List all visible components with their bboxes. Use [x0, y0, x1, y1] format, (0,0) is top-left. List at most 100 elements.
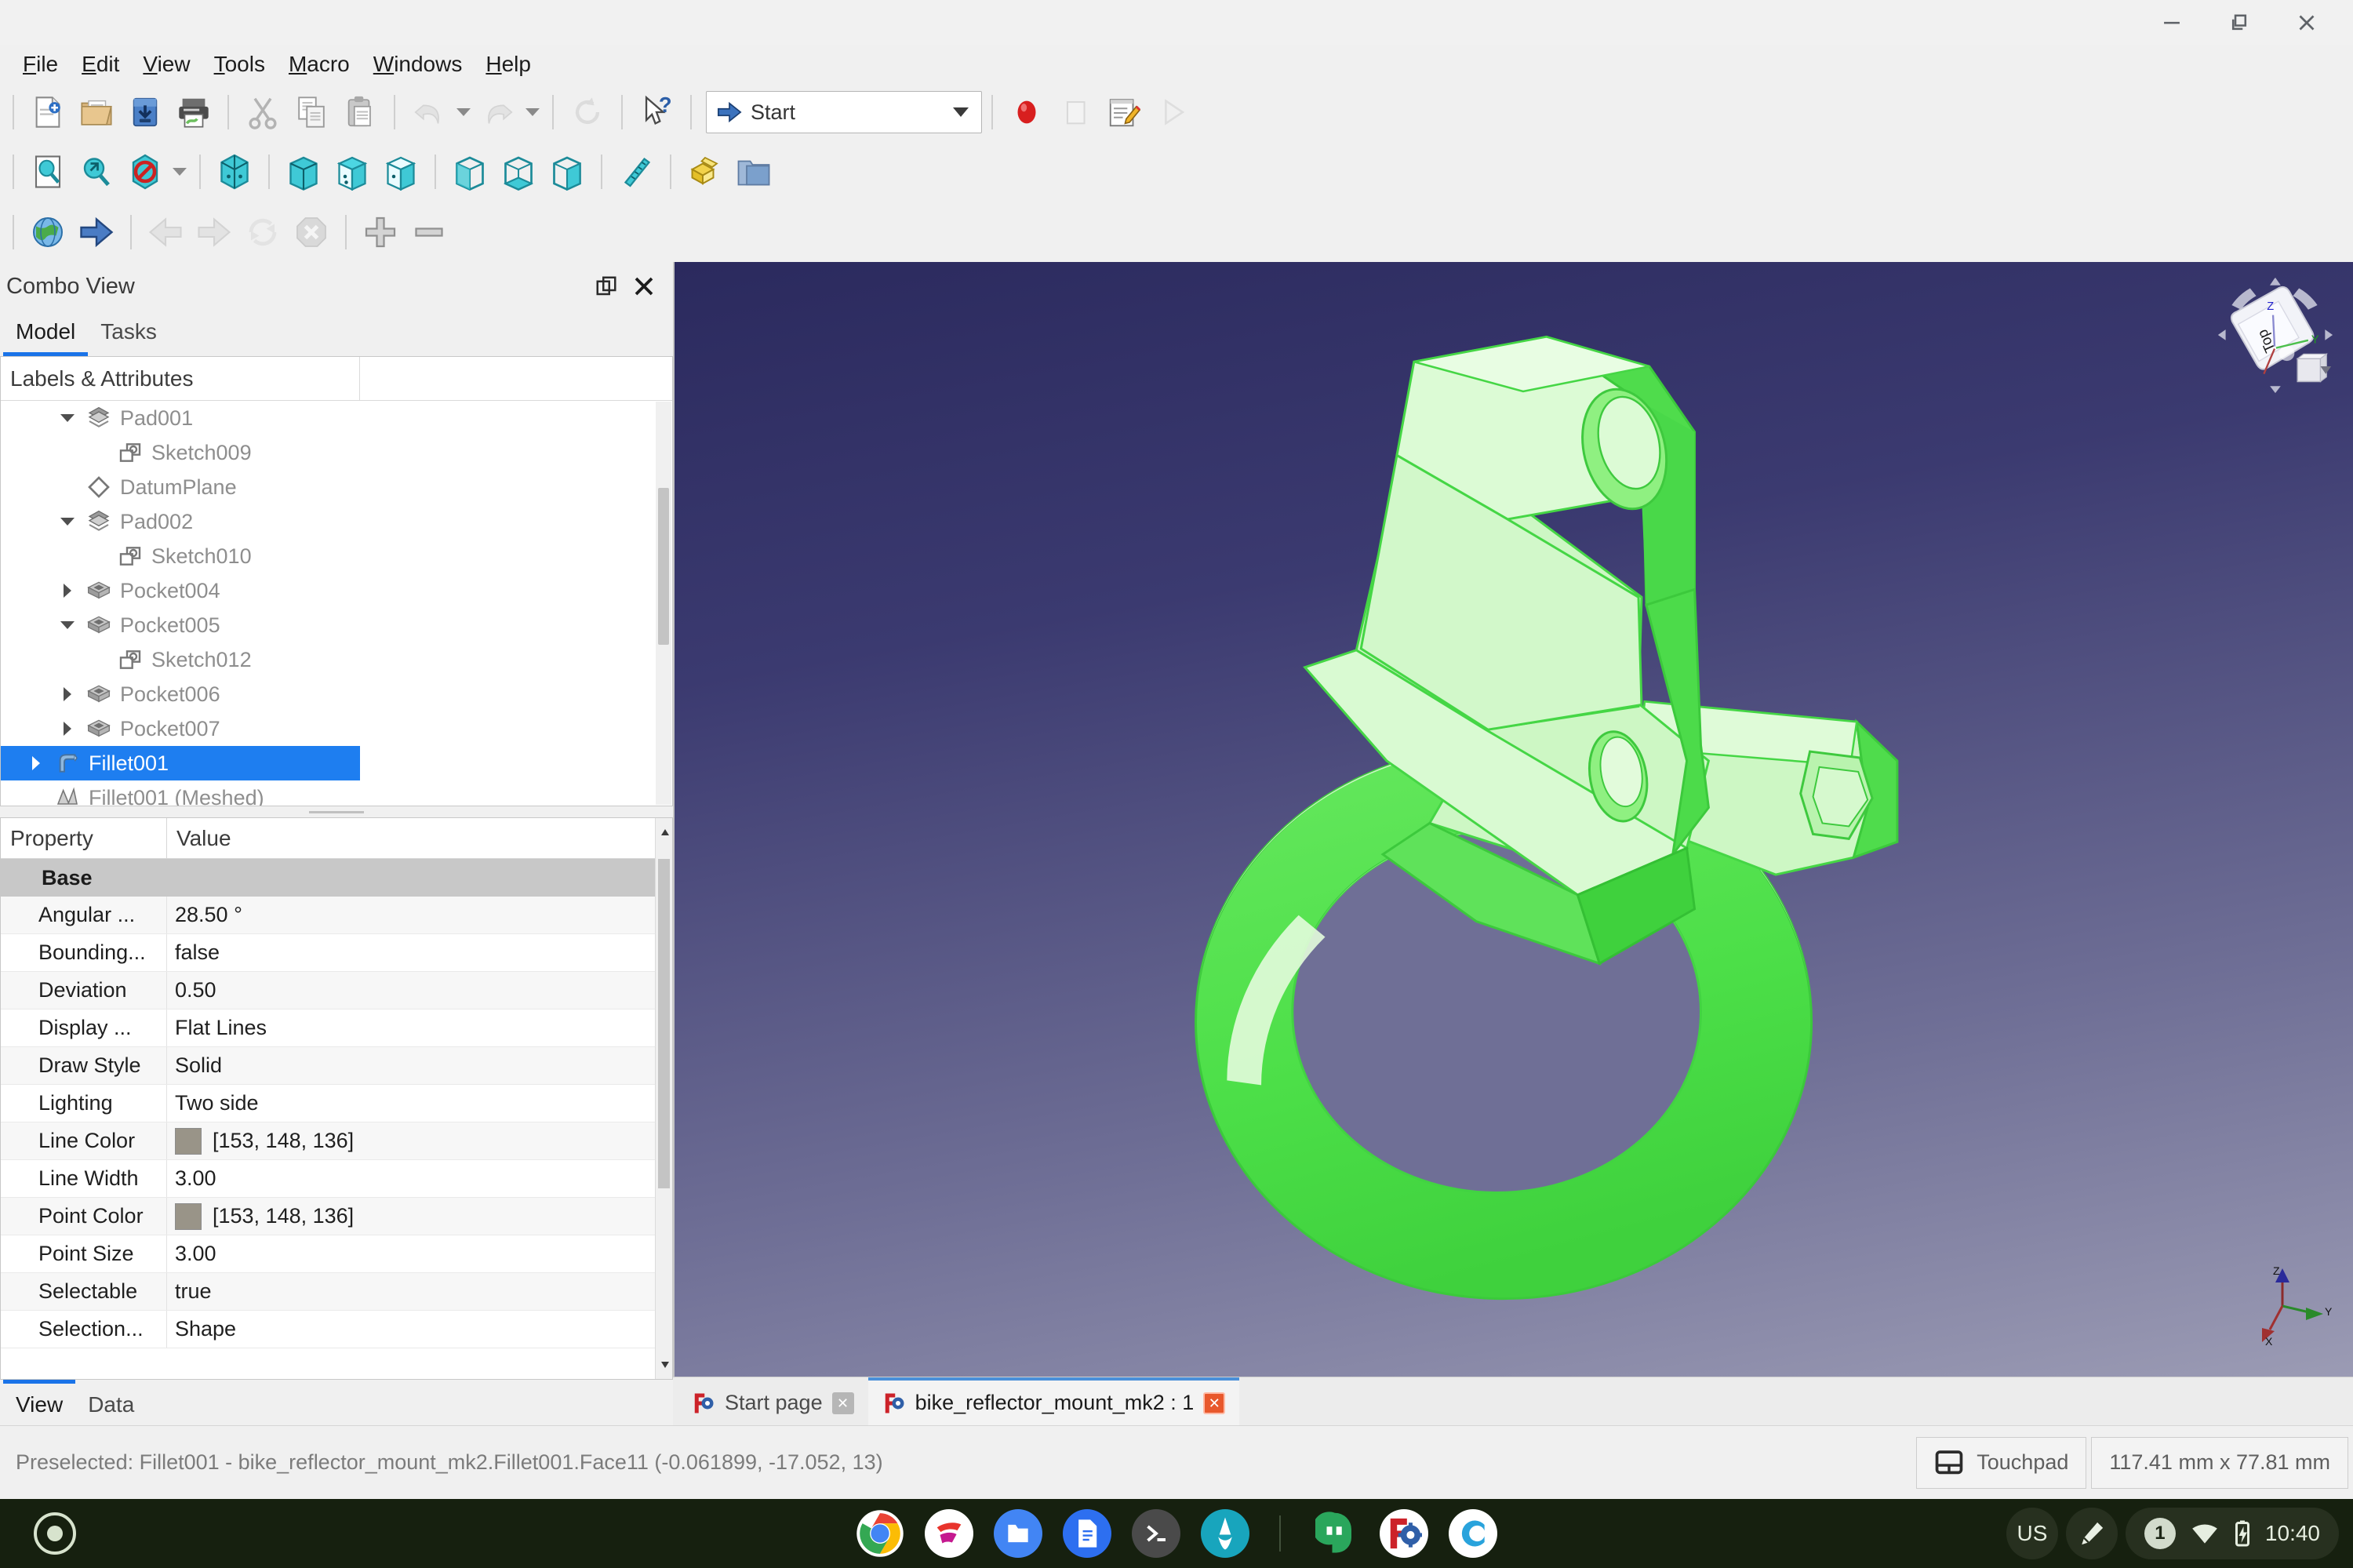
color-swatch[interactable] [175, 1202, 202, 1230]
property-row[interactable]: Draw Style Solid [1, 1047, 672, 1085]
tab-tasks[interactable]: Tasks [88, 311, 169, 356]
property-value[interactable]: 3.00 [167, 1235, 672, 1272]
workbench-selector[interactable]: Start [706, 91, 982, 133]
collapse-triangle-icon[interactable] [53, 621, 82, 629]
navigation-cube[interactable]: Top Z Y [2213, 273, 2336, 395]
expand-triangle-icon[interactable] [53, 584, 82, 598]
chevron-down-icon[interactable] [953, 107, 969, 117]
menu-macro[interactable]: Macro [277, 50, 362, 78]
property-row[interactable]: Display ... Flat Lines [1, 1010, 672, 1047]
whats-this-cursor-icon[interactable]: ? [632, 88, 681, 136]
tab-data[interactable]: Data [75, 1380, 147, 1425]
property-value[interactable]: [153, 148, 136] [167, 1122, 672, 1159]
undock-icon[interactable] [591, 271, 621, 301]
undo-arrow-icon[interactable] [405, 88, 453, 136]
expand-triangle-icon[interactable] [53, 722, 82, 736]
macro-execute-icon[interactable] [1148, 88, 1197, 136]
property-value[interactable]: 3.00 [167, 1160, 672, 1197]
property-value[interactable]: 28.50 ° [167, 897, 672, 933]
property-scrollbar[interactable] [655, 818, 672, 1379]
front-view-icon[interactable] [279, 147, 328, 196]
save-document-icon[interactable] [121, 88, 169, 136]
scroll-down-arrow-icon[interactable] [661, 1362, 669, 1368]
terminal-icon[interactable] [1132, 1509, 1180, 1558]
open-folder-icon[interactable] [72, 88, 121, 136]
right-view-icon[interactable] [376, 147, 425, 196]
cut-scissors-icon[interactable] [238, 88, 287, 136]
draw-style-icon[interactable] [121, 147, 169, 196]
new-document-icon[interactable] [24, 88, 72, 136]
print-icon[interactable] [169, 88, 218, 136]
property-value[interactable]: [153, 148, 136] [167, 1198, 672, 1235]
draw-style-dropdown-icon[interactable] [169, 150, 190, 194]
document-tab-bike-reflector[interactable]: bike_reflector_mount_mk2 : 1 ✕ [867, 1377, 1240, 1425]
tree-scrollbar[interactable] [656, 402, 671, 805]
stop-icon[interactable] [287, 208, 336, 256]
tree-item-sketch010[interactable]: Sketch010 [1, 539, 672, 573]
redo-dropdown-icon[interactable] [522, 90, 543, 134]
property-row[interactable]: Selectable true [1, 1273, 672, 1311]
chrome-icon[interactable] [856, 1509, 904, 1558]
scroll-up-arrow-icon[interactable] [661, 829, 669, 835]
create-group-icon[interactable] [729, 147, 778, 196]
tree-item-fillet001[interactable]: Fillet001 [1, 746, 360, 780]
property-row[interactable]: Lighting Two side [1, 1085, 672, 1122]
expand-triangle-icon[interactable] [21, 756, 51, 770]
property-row[interactable]: Deviation 0.50 [1, 972, 672, 1010]
keyboard-layout-button[interactable]: US [2006, 1508, 2058, 1559]
tree-item-pad002[interactable]: Pad002 [1, 504, 672, 539]
tree-item-datumplane[interactable]: DatumPlane [1, 470, 672, 504]
chrome-app-c-icon[interactable] [1449, 1509, 1497, 1558]
macro-record-icon[interactable] [1002, 88, 1051, 136]
tree-item-pocket006[interactable]: Pocket006 [1, 677, 672, 711]
redo-arrow-icon[interactable] [474, 88, 522, 136]
close-button[interactable] [2273, 0, 2340, 45]
rear-view-icon[interactable] [446, 147, 494, 196]
3d-viewport[interactable]: Top Z Y Z Y X [673, 262, 2353, 1377]
property-value[interactable]: Flat Lines [167, 1010, 672, 1046]
web-globe-icon[interactable] [24, 208, 72, 256]
menu-help[interactable]: Help [474, 50, 543, 78]
measure-ruler-icon[interactable] [612, 147, 660, 196]
document-tab-start-page[interactable]: Start page ✕ [678, 1377, 868, 1425]
left-view-icon[interactable] [543, 147, 591, 196]
zoom-out-minus-icon[interactable] [405, 208, 453, 256]
bottom-view-icon[interactable] [494, 147, 543, 196]
tree-scrollbar-thumb[interactable] [658, 488, 669, 645]
close-icon[interactable] [629, 271, 659, 301]
tree-item-pad001[interactable]: Pad001 [1, 401, 672, 435]
minimize-button[interactable] [2138, 0, 2206, 45]
collapse-triangle-icon[interactable] [53, 518, 82, 526]
property-row[interactable]: Line Color [153, 148, 136] [1, 1122, 672, 1160]
refresh-icon[interactable] [563, 88, 612, 136]
hangouts-icon[interactable] [1311, 1509, 1359, 1558]
tree-item-pocket007[interactable]: Pocket007 [1, 711, 672, 746]
menu-tools[interactable]: Tools [202, 50, 277, 78]
expand-triangle-icon[interactable] [53, 687, 82, 701]
property-value[interactable]: 0.50 [167, 972, 672, 1009]
copy-icon[interactable] [287, 88, 336, 136]
isometric-view-icon[interactable] [210, 147, 259, 196]
fit-selection-icon[interactable] [72, 147, 121, 196]
close-tab-icon[interactable]: ✕ [831, 1392, 854, 1414]
menu-file[interactable]: File [11, 50, 70, 78]
tree-item-sketch009[interactable]: Sketch009 [1, 435, 672, 470]
tab-view[interactable]: View [3, 1380, 76, 1425]
tree-item-pocket004[interactable]: Pocket004 [1, 573, 672, 608]
property-row[interactable]: Bounding... false [1, 934, 672, 972]
property-value[interactable]: Solid [167, 1047, 672, 1084]
docs-icon[interactable] [1063, 1509, 1111, 1558]
stylus-button[interactable] [2065, 1508, 2118, 1559]
inkscape-icon[interactable] [1201, 1509, 1249, 1558]
back-arrow-icon[interactable] [141, 208, 190, 256]
toolbar-handle[interactable] [13, 155, 14, 189]
zoom-in-plus-icon[interactable] [356, 208, 405, 256]
paste-clipboard-icon[interactable] [336, 88, 384, 136]
maximize-restore-button[interactable] [2206, 0, 2273, 45]
blue-arrow-icon[interactable] [72, 208, 121, 256]
status-tray-button[interactable]: 1 10:40 [2125, 1508, 2339, 1559]
launcher-icon[interactable] [34, 1512, 76, 1555]
property-row[interactable]: Point Color [153, 148, 136] [1, 1198, 672, 1235]
color-swatch[interactable] [175, 1127, 202, 1155]
macro-stop-icon[interactable] [1051, 88, 1100, 136]
